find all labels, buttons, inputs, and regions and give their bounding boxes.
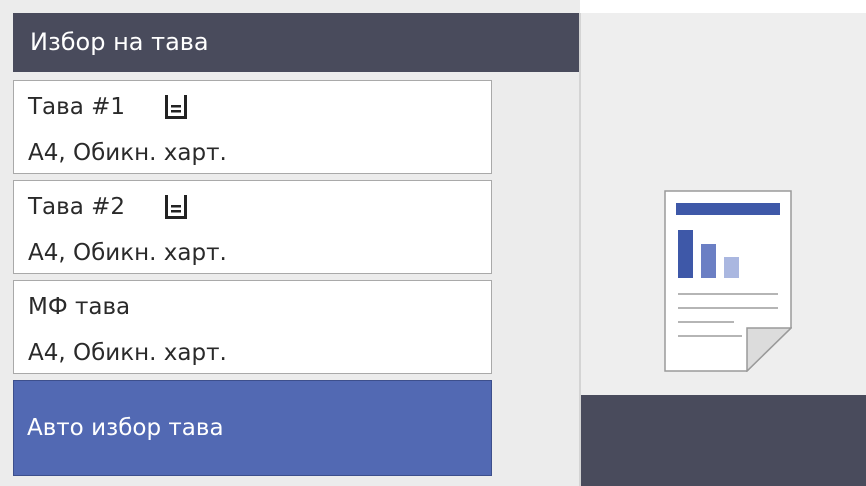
tray-name: Тава #1 [28,94,126,120]
tray-name: МФ тава [28,294,131,320]
tray-name: Тава #2 [28,194,126,220]
document-preview-icon [664,190,793,373]
tray-paper-setting: A4, Обикн. харт. [28,340,227,366]
screen-title: Избор на тава [13,13,579,72]
tray-paper-setting: A4, Обикн. харт. [28,140,227,166]
preview-footer [581,395,866,486]
tray-option-1[interactable]: Тава #1 A4, Обикн. харт. [13,80,492,174]
tray-paper-icon [163,194,189,220]
tray-paper-setting: A4, Обикн. харт. [28,240,227,266]
tray-paper-icon [163,94,189,120]
tray-option-2[interactable]: Тава #2 A4, Обикн. харт. [13,180,492,274]
auto-tray-select-button[interactable]: Авто избор тава [13,380,492,476]
tray-option-mp[interactable]: МФ тава A4, Обикн. харт. [13,280,492,374]
